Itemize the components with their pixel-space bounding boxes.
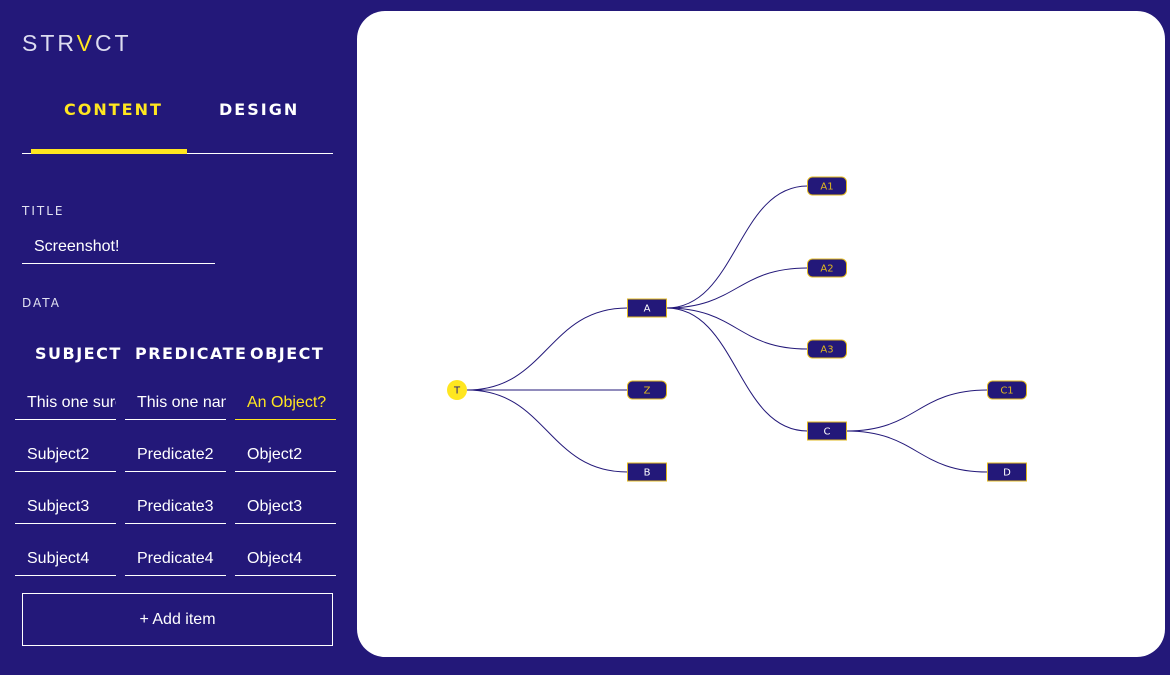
graph-edge	[466, 389, 628, 473]
title-label: TITLE	[22, 204, 65, 218]
graph-edge	[666, 307, 808, 350]
subject-input[interactable]: Subject4	[15, 544, 116, 576]
logo-accent: V	[76, 30, 95, 56]
graph-node[interactable]: A	[627, 298, 667, 318]
node-label: A	[644, 304, 651, 315]
predicate-input[interactable]: Predicate4	[125, 544, 226, 576]
graph-edge	[666, 185, 808, 309]
graph-edge	[846, 389, 988, 432]
graph-node[interactable]: B	[627, 462, 667, 482]
graph-node[interactable]: Z	[627, 380, 667, 400]
title-input[interactable]: Screenshot!	[22, 234, 215, 264]
node-label: A3	[820, 345, 833, 356]
graph-canvas[interactable]: T A Z B A1 A2 A3 C C1 D	[357, 11, 1165, 657]
graph-node[interactable]: C1	[987, 380, 1027, 400]
graph-node[interactable]: C	[807, 421, 847, 441]
column-header-predicate: PREDICATE	[135, 344, 248, 363]
tab-bar: CONTENT DESIGN	[22, 88, 333, 154]
logo-suffix: CT	[94, 30, 132, 56]
predicate-input[interactable]: Predicate3	[125, 492, 226, 524]
graph-edge	[666, 267, 808, 309]
data-label: DATA	[22, 296, 61, 310]
graph-node[interactable]: D	[987, 462, 1027, 482]
graph-edge	[666, 307, 808, 432]
tab-design[interactable]: DESIGN	[219, 100, 299, 119]
object-input[interactable]: An Object?	[235, 388, 336, 420]
graph-edge	[846, 430, 988, 473]
object-input[interactable]: Object2	[235, 440, 336, 472]
node-label: B	[644, 468, 651, 479]
tab-content[interactable]: CONTENT	[64, 100, 163, 119]
subject-input[interactable]: Subject2	[15, 440, 116, 472]
tree-graph: T A Z B A1 A2 A3 C C1 D	[447, 176, 1027, 482]
node-label: C	[824, 427, 831, 438]
node-label: Z	[644, 386, 651, 397]
app-logo: STRVCT	[22, 30, 132, 57]
graph-node[interactable]: A2	[807, 258, 847, 278]
column-header-subject: SUBJECT	[35, 344, 122, 363]
node-label: D	[1003, 468, 1011, 479]
column-header-object: OBJECT	[250, 344, 325, 363]
graph-node[interactable]: A3	[807, 339, 847, 359]
graph-node[interactable]: T	[447, 380, 467, 400]
active-tab-indicator	[31, 149, 187, 154]
graph-edge	[466, 307, 628, 391]
node-label: A2	[820, 264, 833, 275]
graph-node[interactable]: A1	[807, 176, 847, 196]
node-label: C1	[1000, 386, 1013, 397]
subject-input[interactable]: This one sure	[15, 388, 116, 420]
object-input[interactable]: Object3	[235, 492, 336, 524]
predicate-input[interactable]: Predicate2	[125, 440, 226, 472]
add-item-button[interactable]: + Add item	[22, 593, 333, 646]
predicate-input[interactable]: This one name	[125, 388, 226, 420]
object-input[interactable]: Object4	[235, 544, 336, 576]
node-label: A1	[820, 182, 833, 193]
node-label: T	[453, 386, 461, 397]
subject-input[interactable]: Subject3	[15, 492, 116, 524]
logo-prefix: STR	[22, 30, 77, 56]
sidebar: STRVCT CONTENT DESIGN TITLE Screenshot! …	[0, 0, 350, 675]
